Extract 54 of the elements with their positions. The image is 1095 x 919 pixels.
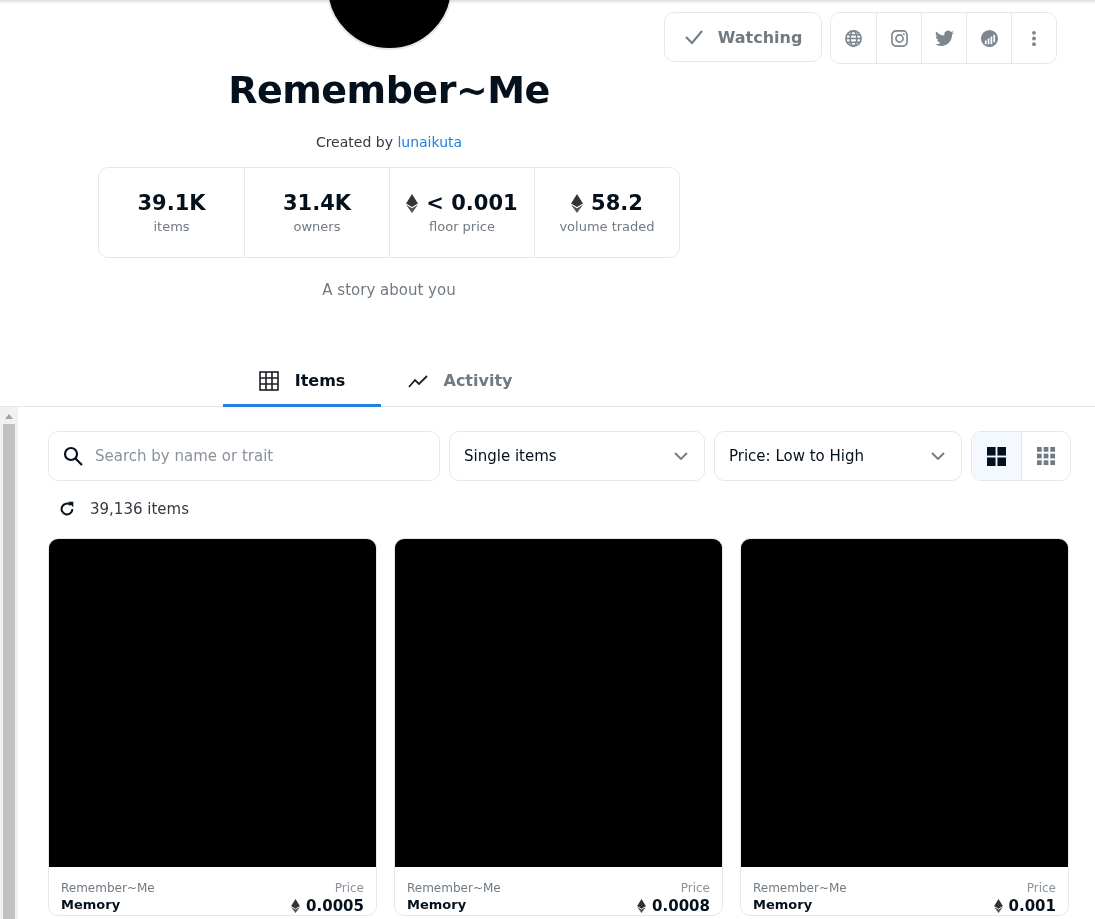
stat-value: 31.4K <box>282 191 352 215</box>
refresh-icon[interactable] <box>58 500 76 518</box>
view-toggle-button[interactable] <box>972 432 1021 480</box>
creator-line: Created by lunaikuta <box>315 134 463 150</box>
stat-value: 39.1K <box>137 191 206 215</box>
stat-value: < 0.001 <box>426 191 518 215</box>
scroll-up-arrow-icon[interactable] <box>5 414 13 419</box>
ethereum-icon <box>637 899 647 913</box>
grid-icon <box>258 370 279 391</box>
price-label: Price <box>679 881 710 895</box>
card-price: 0.0005 <box>306 897 364 915</box>
stat-value: 58.2 <box>591 191 643 215</box>
nft-card[interactable]: Remember~Me Price Memory 0.0008 <box>394 538 723 916</box>
watching-button[interactable]: Watching <box>664 12 822 62</box>
card-collection: Remember~Me <box>753 881 848 895</box>
view-toggle-button[interactable] <box>1021 432 1070 480</box>
chevron-down-icon <box>931 452 945 460</box>
card-title: Memory <box>407 897 468 914</box>
ethereum-icon <box>993 899 1003 913</box>
ethereum-icon <box>571 193 584 213</box>
small-grid-icon <box>1036 446 1056 466</box>
chevron-down-icon <box>674 452 688 460</box>
card-collection: Remember~Me <box>407 881 502 895</box>
tab[interactable]: Activity <box>381 357 539 407</box>
price-label: Price <box>333 881 364 895</box>
ethereum-icon <box>406 193 419 213</box>
collection-description: A story about you <box>322 281 456 299</box>
creator-link[interactable]: lunaikuta <box>397 134 463 150</box>
globe-icon <box>844 28 863 48</box>
stat-label: floor price <box>429 219 495 234</box>
dropdown[interactable]: Price: Low to High <box>714 431 962 481</box>
chart-logo-icon <box>979 28 999 48</box>
more-icon <box>1031 28 1037 48</box>
card-price: 0.001 <box>1008 897 1056 915</box>
stat-label: owners <box>293 219 341 234</box>
stat-label: items <box>153 219 190 234</box>
nft-card[interactable]: Remember~Me Price Memory 0.001 <box>740 538 1069 916</box>
large-grid-icon <box>987 446 1006 466</box>
search-field[interactable]: Search by name or trait <box>48 431 440 481</box>
stat-label: volume traded <box>559 219 655 234</box>
bird-icon <box>934 28 954 48</box>
instagram-icon <box>889 28 909 48</box>
dropdown[interactable]: Single items <box>449 431 705 481</box>
price-label: Price <box>1025 881 1056 895</box>
collection-title: Remember~Me <box>228 68 550 112</box>
search-icon <box>63 446 83 466</box>
card-title: Memory <box>61 897 122 914</box>
card-price: 0.0008 <box>652 897 710 915</box>
card-title: Memory <box>753 897 814 914</box>
item-count: 39,136 items <box>90 500 189 518</box>
card-collection: Remember~Me <box>61 881 156 895</box>
scrollbar[interactable] <box>0 407 18 919</box>
ethereum-icon <box>291 899 301 913</box>
nft-card[interactable]: Remember~Me Price Memory 0.0005 <box>48 538 377 916</box>
